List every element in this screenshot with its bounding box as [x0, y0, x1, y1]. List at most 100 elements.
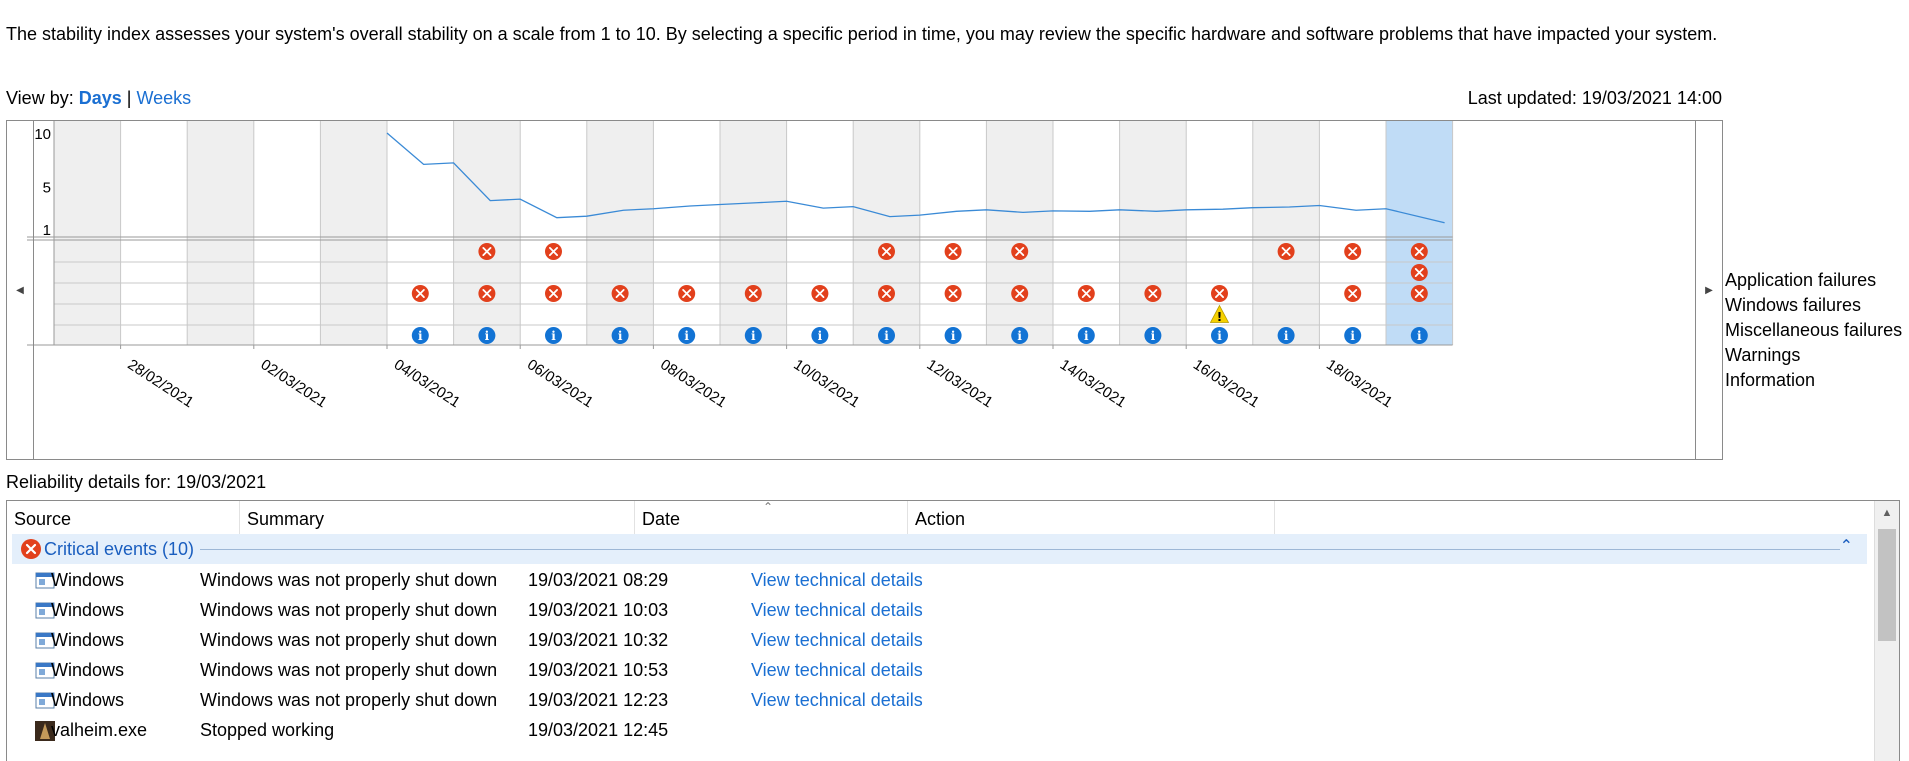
view-technical-details-link[interactable]: View technical details [751, 565, 923, 595]
column-header-action[interactable]: Action [908, 501, 1275, 535]
day-column[interactable] [1386, 121, 1453, 345]
error-event-icon[interactable] [1211, 285, 1228, 302]
svg-text:i: i [751, 329, 756, 343]
info-event-icon[interactable]: i [1344, 327, 1362, 344]
error-event-icon[interactable] [1011, 243, 1029, 260]
error-event-icon[interactable] [611, 285, 629, 302]
error-event-icon[interactable] [1344, 285, 1362, 302]
date-label: 04/03/2021 [391, 356, 463, 411]
error-event-icon[interactable] [944, 285, 962, 302]
scroll-up-icon[interactable]: ▲ [1875, 501, 1899, 525]
vertical-scrollbar[interactable]: ▲ [1874, 501, 1899, 761]
error-event-icon[interactable] [1410, 285, 1428, 302]
day-column[interactable] [1319, 121, 1386, 345]
info-event-icon[interactable]: i [1277, 327, 1295, 344]
info-event-icon[interactable]: i [1077, 327, 1095, 344]
view-weeks-link[interactable]: Weeks [136, 88, 191, 108]
day-column[interactable] [54, 121, 121, 345]
column-header-summary[interactable]: Summary [240, 501, 635, 535]
error-event-icon[interactable] [1077, 285, 1095, 302]
day-column[interactable] [253, 121, 321, 345]
day-column[interactable] [1053, 121, 1120, 345]
error-event-icon[interactable] [478, 243, 496, 260]
scrollbar-thumb[interactable] [1878, 529, 1896, 641]
row-label-miscellaneous-failures: Miscellaneous failures [1725, 320, 1903, 340]
view-technical-details-link[interactable]: View technical details [751, 625, 923, 655]
error-event-icon[interactable] [1410, 264, 1428, 281]
info-event-icon[interactable]: i [944, 327, 962, 344]
day-column[interactable] [786, 121, 854, 345]
day-column[interactable] [387, 121, 454, 345]
day-column[interactable] [1119, 121, 1187, 345]
error-event-icon[interactable] [545, 285, 562, 302]
chart-scroll-left-icon[interactable]: ◀ [7, 121, 34, 459]
table-row[interactable]: valheim.exe Stopped working 19/03/2021 12:… [7, 715, 1867, 745]
info-event-icon[interactable]: i [878, 327, 895, 344]
info-event-icon[interactable]: i [545, 327, 562, 344]
error-event-icon[interactable] [744, 285, 762, 302]
day-column[interactable] [320, 121, 387, 345]
info-event-icon[interactable]: i [811, 327, 829, 344]
details-title: Reliability details for: 19/03/2021 [6, 472, 267, 492]
day-column[interactable] [187, 121, 254, 345]
svg-text:i: i [1217, 329, 1222, 343]
stability-chart[interactable]: 10 5 1! i i i i i i i i i i i i i i i i 28/02/2021 02/03/202… [6, 120, 1723, 460]
info-event-icon[interactable]: i [411, 327, 429, 344]
info-event-icon[interactable]: i [1410, 327, 1428, 344]
view-technical-details-link[interactable]: View technical details [751, 685, 923, 715]
table-row[interactable]: Windows Windows was not properly shut dow… [7, 595, 1867, 625]
error-event-icon[interactable] [944, 243, 962, 260]
day-column[interactable] [453, 121, 521, 345]
error-event-icon[interactable] [478, 285, 496, 302]
svg-text:i: i [551, 329, 556, 343]
day-column[interactable] [919, 121, 987, 345]
date-label: 02/03/2021 [258, 356, 330, 411]
date-label: 16/03/2021 [1190, 356, 1262, 411]
svg-text:i: i [684, 329, 689, 343]
error-event-icon[interactable] [878, 285, 895, 302]
day-column[interactable] [853, 121, 920, 345]
chart-canvas: 10 5 1! i i i i i i i i i i i i i i i i 28/02/2021 02/03/202… [27, 121, 1454, 411]
info-event-icon[interactable]: i [1144, 327, 1162, 344]
collapse-chevron-icon[interactable]: ⌃ [1840, 536, 1853, 556]
error-event-icon[interactable] [1144, 285, 1162, 302]
info-event-icon[interactable]: i [678, 327, 696, 344]
day-column[interactable] [720, 121, 787, 345]
info-event-icon[interactable]: i [1211, 327, 1228, 344]
error-event-icon[interactable] [545, 243, 562, 260]
day-column[interactable] [986, 121, 1053, 345]
group-divider [200, 549, 1840, 550]
info-event-icon[interactable]: i [478, 327, 496, 344]
table-row[interactable]: Windows Windows was not properly shut dow… [7, 685, 1867, 715]
day-column[interactable] [520, 121, 587, 345]
row-date: 19/03/2021 10:32 [528, 630, 669, 650]
day-column[interactable] [1252, 121, 1320, 345]
table-row[interactable]: Windows Windows was not properly shut dow… [7, 565, 1867, 595]
column-header-date[interactable]: Date ⌃ [635, 500, 908, 535]
column-header-source[interactable]: Source [7, 501, 240, 535]
error-event-icon[interactable] [1344, 243, 1362, 260]
table-row[interactable]: Windows Windows was not properly shut dow… [7, 625, 1867, 655]
info-event-icon[interactable]: i [744, 327, 762, 344]
chart-scroll-right-icon[interactable]: ▶ [1695, 121, 1722, 459]
day-column[interactable] [653, 121, 720, 345]
error-event-icon[interactable] [678, 285, 696, 302]
info-event-icon[interactable]: i [1011, 327, 1029, 344]
view-technical-details-link[interactable]: View technical details [751, 655, 923, 685]
row-label-application-failures: Application failures [1725, 270, 1877, 290]
table-row[interactable]: Windows Windows was not properly shut dow… [7, 655, 1867, 685]
error-event-icon[interactable] [1277, 243, 1295, 260]
day-column[interactable] [586, 121, 654, 345]
error-event-icon[interactable] [878, 243, 895, 260]
view-days-link[interactable]: Days [79, 88, 122, 108]
view-by-bar: View by: Days | Weeks [6, 88, 191, 109]
view-technical-details-link[interactable]: View technical details [751, 595, 923, 625]
date-label: 28/02/2021 [124, 356, 196, 411]
info-event-icon[interactable]: i [611, 327, 629, 344]
error-event-icon[interactable] [411, 285, 429, 302]
error-event-icon[interactable] [1410, 243, 1428, 260]
error-event-icon[interactable] [1011, 285, 1029, 302]
error-event-icon[interactable] [811, 285, 829, 302]
day-column[interactable] [120, 121, 188, 345]
critical-events-group[interactable]: Critical events (10) ⌃ [12, 534, 1867, 564]
